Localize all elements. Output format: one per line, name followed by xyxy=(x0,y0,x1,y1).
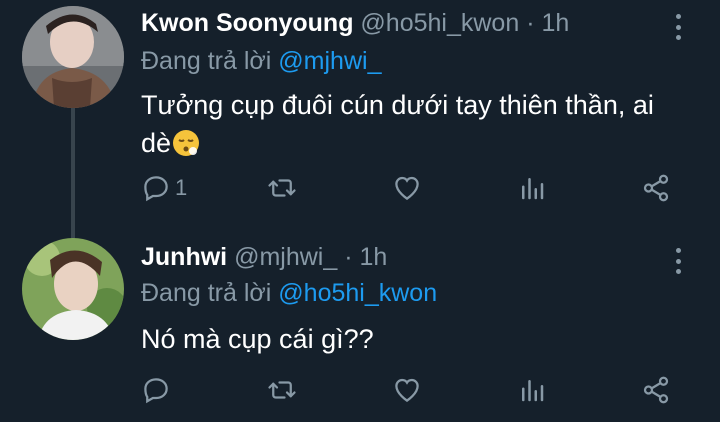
more-icon[interactable] xyxy=(668,244,688,278)
share-icon xyxy=(643,174,669,202)
share-icon xyxy=(643,376,669,404)
handle[interactable]: @ho5hi_kwon xyxy=(360,9,519,37)
analytics-button[interactable] xyxy=(517,372,547,408)
timestamp[interactable]: · 1h xyxy=(344,243,387,271)
tweet-actions: 1 xyxy=(141,170,681,206)
reply-mention-link[interactable]: @ho5hi_kwon xyxy=(278,279,437,307)
display-name[interactable]: Kwon Soonyoung xyxy=(141,9,353,37)
reply-mention-link[interactable]: @mjhwi_ xyxy=(278,47,381,75)
retweet-icon xyxy=(268,381,296,399)
avatar-junhwi[interactable] xyxy=(22,238,124,340)
like-icon xyxy=(395,176,419,200)
analytics-button[interactable] xyxy=(517,170,547,206)
face-exhaling-emoji xyxy=(171,128,201,168)
retweet-button[interactable] xyxy=(267,372,297,408)
tweet-text-content: Tưởng cụp đuôi cún dưới tay thiên thần, … xyxy=(141,90,654,158)
tweet-header: Kwon Soonyoung @ho5hi_kwon · 1h xyxy=(141,8,569,38)
reply-count: 1 xyxy=(175,175,188,200)
share-button[interactable] xyxy=(641,170,671,206)
like-button[interactable] xyxy=(392,372,422,408)
reply-button[interactable]: 1 xyxy=(141,170,187,206)
analytics-icon xyxy=(522,380,544,402)
analytics-icon xyxy=(522,178,544,200)
tweet-text: Tưởng cụp đuôi cún dưới tay thiên thần, … xyxy=(141,86,681,168)
retweet-icon xyxy=(268,179,296,197)
thread-line xyxy=(71,108,75,240)
tweet-2[interactable]: Junhwi @mjhwi_ · 1h Đang trả lời @ho5hi_… xyxy=(0,230,720,422)
like-icon xyxy=(395,378,419,402)
reply-icon xyxy=(144,378,168,404)
replying-to: Đang trả lời @ho5hi_kwon xyxy=(141,278,437,308)
avatar-kwon-soonyoung[interactable] xyxy=(22,6,124,108)
replying-to: Đang trả lời @mjhwi_ xyxy=(141,46,381,76)
tweet-1[interactable]: Kwon Soonyoung @ho5hi_kwon · 1h Đang trả… xyxy=(0,0,720,240)
replying-to-prefix: Đang trả lời xyxy=(141,47,272,75)
reply-button[interactable] xyxy=(141,372,175,408)
tweet-actions xyxy=(141,372,681,408)
reply-icon xyxy=(144,176,168,202)
replying-to-prefix: Đang trả lời xyxy=(141,279,272,307)
tweet-text: Nó mà cụp cái gì?? xyxy=(141,320,681,358)
display-name[interactable]: Junhwi xyxy=(141,243,227,271)
like-button[interactable] xyxy=(392,170,422,206)
tweet-text-content: Nó mà cụp cái gì?? xyxy=(141,324,374,354)
timestamp[interactable]: · 1h xyxy=(526,9,569,37)
tweet-header: Junhwi @mjhwi_ · 1h xyxy=(141,242,387,272)
retweet-button[interactable] xyxy=(267,170,297,206)
more-icon[interactable] xyxy=(668,10,688,44)
handle[interactable]: @mjhwi_ xyxy=(234,243,337,271)
share-button[interactable] xyxy=(641,372,671,408)
